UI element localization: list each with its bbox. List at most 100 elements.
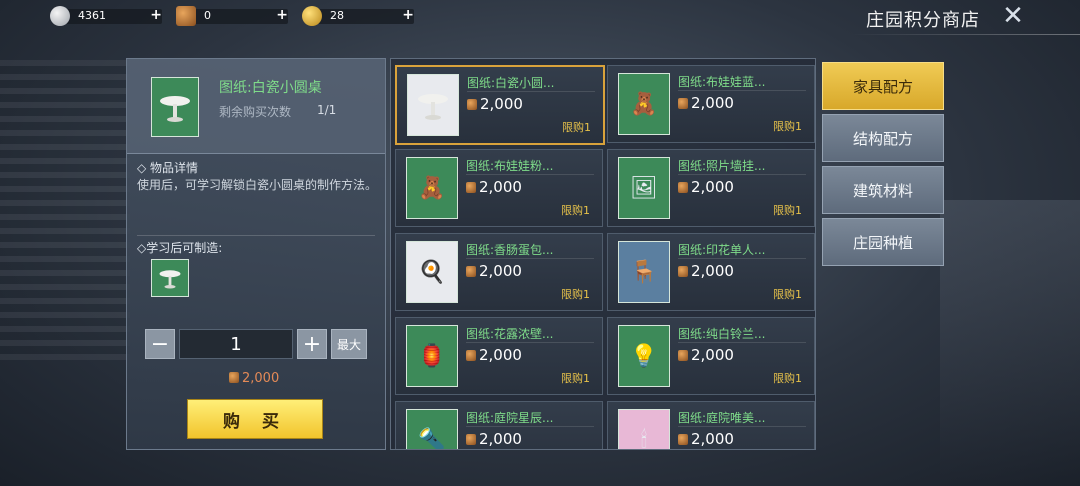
bronze-coin-icon <box>466 182 476 193</box>
photo-wall-icon: 🖼 <box>618 157 670 219</box>
max-quantity-button[interactable]: 最大 <box>331 329 367 359</box>
background-decor <box>0 60 130 360</box>
purchase-limit: 限购1 <box>773 288 802 301</box>
round-table-icon <box>160 90 190 124</box>
doll-icon: 🧸 <box>406 157 458 219</box>
product-card[interactable]: 🧸 图纸:布娃娃粉... 2,000 限购1 <box>395 149 603 227</box>
chandelier-icon: 💡 <box>618 325 670 387</box>
tab-furniture-recipes[interactable]: 家具配方 <box>822 62 944 110</box>
purchase-limit: 限购1 <box>562 121 591 134</box>
product-price: 2,000 <box>678 178 734 196</box>
product-name: 图纸:照片墙挂... <box>678 159 766 173</box>
currency-bar: 4361 + 0 + 28 + <box>50 6 416 28</box>
total-price-value: 2,000 <box>242 371 280 386</box>
add-gold-button[interactable]: + <box>402 7 414 23</box>
product-price: 2,000 <box>466 346 522 364</box>
product-card[interactable]: 🍳 图纸:香肠蛋包... 2,000 限购1 <box>395 233 603 311</box>
product-price: 2,000 <box>466 178 522 196</box>
bronze-coin-icon <box>466 266 476 277</box>
quantity-input[interactable]: 1 <box>179 329 293 359</box>
decrease-quantity-button[interactable]: − <box>145 329 175 359</box>
armchair-icon: 🪑 <box>618 241 670 303</box>
item-name: 图纸:白瓷小圆桌 <box>219 80 322 96</box>
product-price: 2,000 <box>466 430 522 448</box>
bronze-coin-icon <box>467 99 477 110</box>
product-name: 图纸:庭院唯美... <box>678 411 766 425</box>
product-name: 图纸:印花单人... <box>678 243 766 257</box>
food-plate-icon: 🍳 <box>406 241 458 303</box>
craftable-item-thumbnail[interactable] <box>151 259 189 297</box>
product-card[interactable]: 🧸 图纸:布娃娃蓝... 2,000 限购1 <box>607 65 815 143</box>
currency-value: 0 <box>204 9 211 22</box>
item-detail-panel: 图纸:白瓷小圆桌 剩余购买次数 1/1 ◇ 物品详情 使用后，可学习解锁白瓷小圆… <box>126 58 386 450</box>
total-price: 2,000 <box>229 371 279 386</box>
bronze-coin-icon <box>466 350 476 361</box>
divider <box>137 235 375 236</box>
add-bronze-button[interactable]: + <box>276 7 288 23</box>
product-card[interactable]: 🖼 图纸:照片墙挂... 2,000 限购1 <box>607 149 815 227</box>
product-grid: 图纸:白瓷小圆... 2,000 限购1 🧸 图纸:布娃娃蓝... 2,000 … <box>390 58 816 450</box>
currency-value: 4361 <box>78 9 106 22</box>
product-card[interactable]: 🏮 图纸:花露浓壁... 2,000 限购1 <box>395 317 603 395</box>
tab-structure-recipes[interactable]: 结构配方 <box>822 114 944 162</box>
product-card[interactable]: 图纸:白瓷小圆... 2,000 限购1 <box>395 65 605 145</box>
item-thumbnail <box>151 77 199 137</box>
close-icon[interactable]: ✕ <box>998 1 1028 31</box>
product-name: 图纸:白瓷小圆... <box>467 76 555 90</box>
add-silver-button[interactable]: + <box>150 7 162 23</box>
remaining-count: 1/1 <box>317 103 337 117</box>
quantity-stepper: − 1 + 最大 <box>145 329 367 359</box>
product-card[interactable]: 🪑 图纸:印花单人... 2,000 限购1 <box>607 233 815 311</box>
product-name: 图纸:花露浓壁... <box>466 327 554 341</box>
detail-header: 图纸:白瓷小圆桌 剩余购买次数 1/1 <box>127 59 385 154</box>
product-price: 2,000 <box>466 262 522 280</box>
product-name: 图纸:香肠蛋包... <box>466 243 554 257</box>
bronze-coin-icon <box>678 98 688 109</box>
purchase-limit: 限购1 <box>773 372 802 385</box>
product-price: 2,000 <box>467 95 523 113</box>
purchase-limit: 限购1 <box>561 372 590 385</box>
details-title: ◇ 物品详情 <box>137 161 199 175</box>
product-name: 图纸:纯白铃兰... <box>678 327 766 341</box>
garden-light-icon: 🕯 <box>618 409 670 449</box>
remaining-label: 剩余购买次数 <box>219 105 292 119</box>
product-price: 2,000 <box>678 262 734 280</box>
gold-coin-icon <box>302 6 322 26</box>
bronze-badge-icon <box>176 6 196 26</box>
bronze-coin-icon <box>466 434 476 445</box>
product-card[interactable]: 🕯 图纸:庭院唯美... 2,000 <box>607 401 815 449</box>
bronze-coin-icon <box>678 350 688 361</box>
product-card[interactable]: 💡 图纸:纯白铃兰... 2,000 限购1 <box>607 317 815 395</box>
product-name: 图纸:布娃娃蓝... <box>678 75 766 89</box>
doll-icon: 🧸 <box>618 73 670 135</box>
bronze-coin-icon <box>678 266 688 277</box>
product-price: 2,000 <box>678 346 734 364</box>
tab-building-materials[interactable]: 建筑材料 <box>822 166 944 214</box>
item-description: 使用后，可学习解锁白瓷小圆桌的制作方法。 <box>137 178 378 192</box>
purchase-limit: 限购1 <box>773 204 802 217</box>
page-title: 庄园积分商店 <box>866 10 980 31</box>
product-card[interactable]: 🔦 图纸:庭院星辰... 2,000 <box>395 401 603 449</box>
product-name: 图纸:庭院星辰... <box>466 411 554 425</box>
round-table-icon <box>407 74 459 136</box>
bronze-coin-icon <box>678 434 688 445</box>
buy-button[interactable]: 购 买 <box>187 399 323 439</box>
craftable-title: ◇学习后可制造: <box>137 241 223 255</box>
purchase-limit: 限购1 <box>561 204 590 217</box>
background-decor-right <box>940 200 1080 486</box>
round-table-icon <box>159 266 181 290</box>
bronze-coin-icon <box>229 372 239 383</box>
currency-gold: 28 + <box>302 6 416 26</box>
silver-coin-icon <box>50 6 70 26</box>
garden-lamp-icon: 🔦 <box>406 409 458 449</box>
wall-lamp-icon: 🏮 <box>406 325 458 387</box>
product-name: 图纸:布娃娃粉... <box>466 159 554 173</box>
header-divider <box>850 34 1080 35</box>
purchase-limit: 限购1 <box>561 288 590 301</box>
category-tabs: 家具配方 结构配方 建筑材料 庄园种植 <box>822 62 944 270</box>
currency-silver: 4361 + <box>50 6 164 26</box>
bronze-coin-icon <box>678 182 688 193</box>
tab-manor-planting[interactable]: 庄园种植 <box>822 218 944 266</box>
currency-value: 28 <box>330 9 344 22</box>
increase-quantity-button[interactable]: + <box>297 329 327 359</box>
